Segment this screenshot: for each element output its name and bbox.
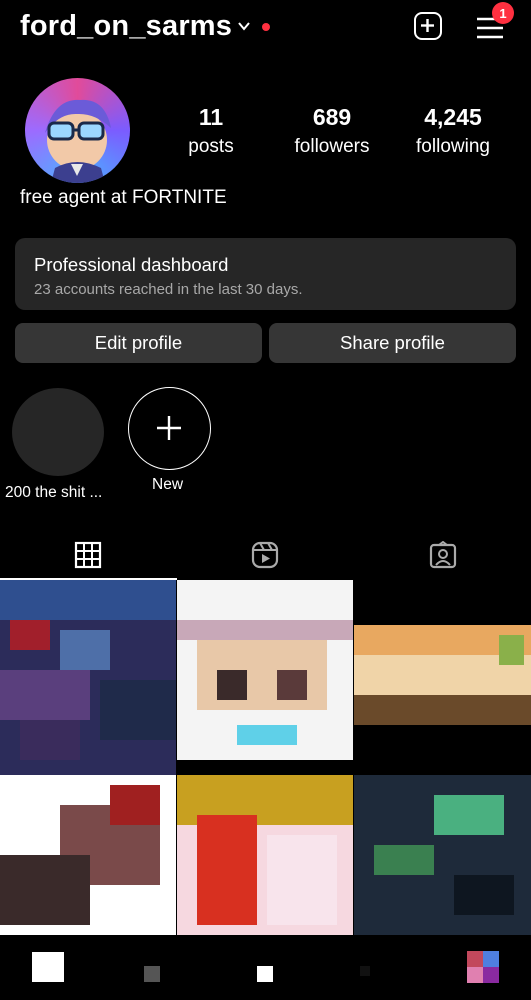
new-post-icon[interactable] (414, 12, 442, 40)
profile-username[interactable]: ford_on_sarms (20, 10, 232, 43)
story-highlight[interactable] (12, 388, 104, 476)
share-profile-button[interactable]: Share profile (269, 323, 516, 363)
plus-icon (157, 416, 181, 440)
story-highlight-label: 200 the shit ... (5, 484, 103, 501)
following-count[interactable]: 4,245 (393, 104, 513, 131)
profile-bio: free agent at FORTNITE (20, 187, 227, 208)
status-dot (262, 23, 270, 31)
dashboard-title: Professional dashboard (34, 254, 229, 275)
post-thumbnail[interactable] (177, 580, 353, 760)
profile-avatar[interactable] (467, 951, 499, 983)
grid-icon[interactable] (74, 541, 102, 569)
tagged-icon[interactable] (429, 541, 457, 569)
home-icon[interactable] (32, 952, 64, 982)
posts-count: 11 (198, 104, 224, 130)
notification-badge: 1 (492, 2, 514, 24)
create-icon[interactable] (257, 966, 273, 982)
followers-label[interactable]: followers (272, 136, 392, 158)
reels-tab-icon[interactable] (251, 541, 279, 569)
posts-label: posts (188, 136, 234, 157)
post-thumbnail[interactable] (0, 580, 176, 775)
edit-profile-button[interactable]: Edit profile (15, 323, 262, 363)
post-thumbnail[interactable] (0, 775, 176, 935)
reels-icon[interactable] (360, 966, 370, 976)
following-label[interactable]: following (393, 136, 513, 158)
dashboard-subtitle: 23 accounts reached in the last 30 days. (34, 281, 303, 298)
new-highlight-button[interactable] (128, 387, 211, 470)
post-thumbnail[interactable] (354, 590, 531, 730)
chevron-down-icon[interactable] (237, 19, 251, 33)
avatar[interactable] (25, 78, 130, 183)
followers-count[interactable]: 689 (272, 104, 392, 131)
post-thumbnail[interactable] (354, 775, 531, 935)
search-icon[interactable] (144, 966, 160, 982)
post-thumbnail[interactable] (177, 775, 353, 935)
new-highlight-label: New (152, 476, 184, 493)
